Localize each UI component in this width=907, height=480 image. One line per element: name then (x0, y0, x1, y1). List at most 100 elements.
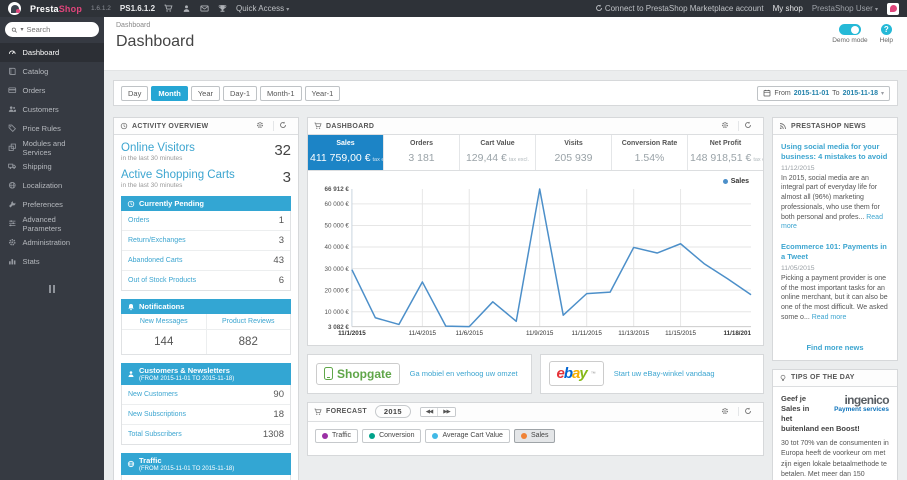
news-article-date: 11/12/2015 (781, 164, 815, 172)
sidebar-item-dashboard[interactable]: Dashboard (0, 43, 104, 62)
clock-icon (120, 122, 128, 130)
sidebar-item-preferences[interactable]: Preferences (0, 195, 104, 214)
pending-link-out-of-stock-products[interactable]: Out of Stock Products (128, 277, 196, 284)
help-button[interactable]: ? Help (880, 24, 893, 44)
sidebar: ▾ Dashboard Catalog Orders Customers Price R… (0, 17, 104, 480)
bar-chart-icon (8, 257, 17, 266)
period-tab-month[interactable]: Month (151, 85, 188, 101)
sidebar-collapse-button[interactable] (0, 285, 104, 293)
notification-link-product-reviews[interactable]: Product Reviews (206, 314, 290, 330)
marketplace-link[interactable]: Connect to PrestaShop Marketplace accoun… (595, 4, 764, 13)
news-article-title[interactable]: Using social media for your business: 4 … (781, 142, 889, 162)
shopgate-link[interactable]: Ga mobiel en verhoog uw omzet (410, 369, 518, 378)
period-tab-month-1[interactable]: Month-1 (260, 85, 302, 101)
notification-link-new-messages[interactable]: New Messages (122, 314, 206, 330)
read-more-link[interactable]: Read more (812, 314, 847, 321)
sidebar-item-price-rules[interactable]: Price Rules (0, 119, 104, 138)
toggle-icon[interactable] (838, 24, 861, 35)
panel-refresh-button[interactable] (738, 121, 757, 131)
search-scope-caret-icon[interactable]: ▾ (20, 26, 23, 33)
clock-icon (127, 200, 135, 208)
sidebar-item-customers[interactable]: Customers (0, 100, 104, 119)
prestashop-logo[interactable] (8, 2, 21, 15)
panel-settings-button[interactable] (716, 407, 734, 416)
svg-text:60 000 €: 60 000 € (325, 201, 350, 208)
shopgate-logo: Shopgate (316, 362, 400, 385)
sidebar-item-localization[interactable]: Localization (0, 176, 104, 195)
online-visitors-link[interactable]: Online Visitors (121, 142, 195, 154)
customers-row: Total Subscribers 1308 (122, 425, 290, 444)
kpi-visits[interactable]: Visits 205 939 (536, 135, 612, 170)
customers-link-new-subscriptions[interactable]: New Subscriptions (128, 411, 186, 418)
demo-mode-toggle[interactable]: Demo mode (832, 24, 868, 44)
my-shop-link[interactable]: My shop (773, 4, 803, 13)
kpi-sales[interactable]: Sales411 759,00 €tax excl. (308, 135, 384, 170)
news-article-excerpt: In 2015, social media are an integral pa… (781, 174, 883, 231)
online-visitors-value: 32 (274, 142, 291, 159)
sidebar-item-administration[interactable]: Administration (0, 233, 104, 252)
kpi-conversion-rate[interactable]: Conversion Rate 1.54% (612, 135, 688, 170)
sidebar-item-stats[interactable]: Stats (0, 252, 104, 271)
sidebar-item-shipping[interactable]: Shipping (0, 157, 104, 176)
period-tab-day-1[interactable]: Day-1 (223, 85, 258, 101)
legend-dot-icon (369, 432, 376, 439)
svg-text:11/13/2015: 11/13/2015 (618, 330, 649, 337)
previous-year-button[interactable]: ◀◀ (420, 407, 438, 416)
tips-of-the-day-panel: TIPS OF THE DAY ingenico Payment service… (772, 368, 898, 480)
chart-legend-sales[interactable]: Sales (722, 178, 749, 185)
pending-link-orders[interactable]: Orders (128, 217, 149, 224)
wrench-icon (8, 200, 17, 209)
pending-link-return-exchanges[interactable]: Return/Exchanges (128, 237, 186, 244)
period-tab-year-1[interactable]: Year-1 (304, 85, 341, 101)
kpi-orders[interactable]: Orders 3 181 (384, 135, 460, 170)
sidebar-item-catalog[interactable]: Catalog (0, 62, 104, 81)
panel-settings-button[interactable] (716, 121, 734, 130)
date-range-picker[interactable]: From 2015-11-01 To 2015-11-18 ▾ (757, 85, 890, 101)
active-carts-link[interactable]: Active Shopping Carts (121, 169, 235, 181)
user-menu[interactable]: PrestaShop User ▾ (812, 4, 878, 13)
forecast-panel: FORECAST 2015 ◀◀ ▶▶ Traffic Conversion Ave… (307, 401, 764, 456)
customers-link-total-subscribers[interactable]: Total Subscribers (128, 431, 182, 438)
trophy-icon[interactable] (218, 4, 227, 14)
customers-value: 90 (273, 389, 284, 400)
read-more-link[interactable]: Read more (781, 214, 883, 231)
panel-refresh-button[interactable] (273, 121, 292, 131)
messages-icon[interactable] (200, 4, 209, 14)
sidebar-search[interactable]: ▾ (5, 22, 99, 37)
forecast-legend-traffic[interactable]: Traffic (315, 428, 359, 443)
customers-link-new-customers[interactable]: New Customers (128, 391, 178, 398)
sidebar-item-advanced-parameters[interactable]: Advanced Parameters (0, 214, 104, 233)
search-input[interactable] (26, 25, 93, 34)
cart-icon[interactable] (164, 4, 173, 14)
ebay-link[interactable]: Start uw eBay-winkel vandaag (614, 369, 715, 378)
avatar[interactable] (887, 2, 899, 15)
quick-access-menu[interactable]: Quick Access ▾ (236, 4, 289, 13)
news-article-title[interactable]: Ecommerce 101: Payments in a Tweet (781, 242, 889, 262)
sidebar-item-orders[interactable]: Orders (0, 81, 104, 100)
next-year-button[interactable]: ▶▶ (437, 407, 455, 416)
forecast-legend-conversion[interactable]: Conversion (362, 428, 422, 443)
sidebar-item-label: Catalog (22, 67, 49, 76)
search-icon (11, 26, 17, 34)
customers-icon[interactable] (182, 4, 191, 14)
period-tab-year[interactable]: Year (190, 85, 220, 101)
page-title: Dashboard (116, 33, 195, 50)
active-carts-metric: Active Shopping Carts in the last 30 min… (121, 169, 291, 189)
customers-newsletters-header: Customers & Newsletters (FROM 2015-11-01 … (121, 363, 291, 385)
pending-row: Return/Exchanges 3 (122, 231, 290, 251)
sidebar-item-modules-and-services[interactable]: Modules and Services (0, 138, 104, 157)
customers-row: New Subscriptions 18 (122, 405, 290, 425)
sidebar-item-label: Orders (22, 86, 46, 95)
period-tab-day[interactable]: Day (121, 85, 149, 101)
panel-settings-button[interactable] (251, 121, 269, 130)
kpi-net-profit[interactable]: Net Profit148 918,51 €tax excl. (688, 135, 763, 170)
kpi-cart-value[interactable]: Cart Value 129,44 € tax excl. (460, 135, 536, 170)
panel-refresh-button[interactable] (738, 407, 757, 417)
forecast-legend-sales[interactable]: Sales (513, 428, 556, 443)
find-more-news-link[interactable]: Find more news (773, 337, 897, 360)
legend-dot-icon (322, 432, 328, 439)
notification-cell: New Messages 144 (122, 314, 206, 354)
pending-link-abandoned-carts[interactable]: Abandoned Carts (128, 257, 182, 264)
ebay-logo: ebay ™ (548, 361, 604, 387)
forecast-legend-average-cart-value[interactable]: Average Cart Value (425, 428, 510, 443)
